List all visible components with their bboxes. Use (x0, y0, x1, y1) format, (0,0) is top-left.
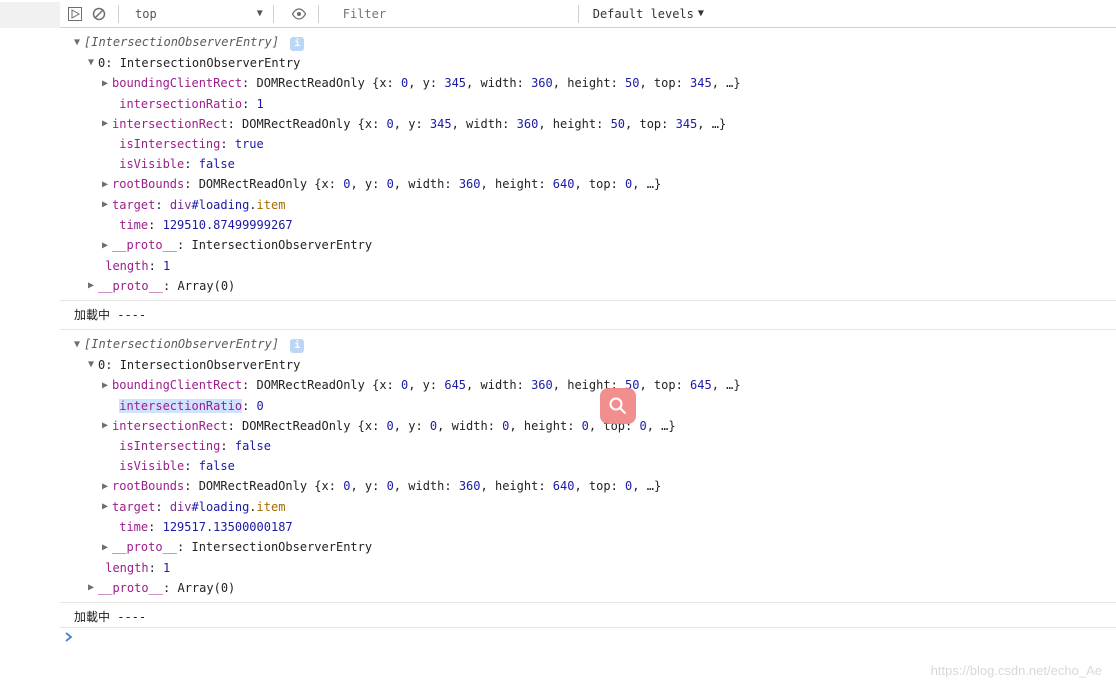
prop-time[interactable]: time: 129517.13500000187 (74, 517, 1116, 537)
prop-intersectionRatio[interactable]: intersectionRatio: 1 (74, 94, 1116, 114)
log-levels-selector[interactable]: Default levels ▼ (593, 7, 704, 21)
clear-console-icon[interactable] (90, 5, 108, 23)
prop-boundingClientRect[interactable]: boundingClientRect: DOMRectReadOnly {x: … (74, 375, 1116, 396)
prop-isVisible[interactable]: isVisible: false (74, 154, 1116, 174)
info-badge-icon: i (290, 37, 304, 51)
dropdown-triangle-icon: ▼ (257, 8, 263, 19)
prop-intersectionRatio[interactable]: intersectionRatio: 0 (74, 396, 1116, 416)
watermark: https://blog.csdn.net/echo_Ae (931, 663, 1102, 678)
prop-proto[interactable]: __proto__: Array(0) (74, 276, 1116, 297)
live-expression-icon[interactable] (290, 5, 308, 23)
log-array-header[interactable]: [IntersectionObserverEntry] i (74, 32, 1116, 53)
prop-proto[interactable]: __proto__: Array(0) (74, 578, 1116, 599)
search-overlay-icon (600, 388, 636, 424)
prop-rootBounds[interactable]: rootBounds: DOMRectReadOnly {x: 0, y: 0,… (74, 476, 1116, 497)
log-array-header[interactable]: [IntersectionObserverEntry] i (74, 334, 1116, 355)
prop-boundingClientRect[interactable]: boundingClientRect: DOMRectReadOnly {x: … (74, 73, 1116, 94)
play-script-icon[interactable] (66, 5, 84, 23)
prop-proto[interactable]: __proto__: IntersectionObserverEntry (74, 537, 1116, 558)
prop-isIntersecting[interactable]: isIntersecting: false (74, 436, 1116, 456)
prop-length[interactable]: length: 1 (74, 558, 1116, 578)
prop-isVisible[interactable]: isVisible: false (74, 456, 1116, 476)
prop-intersectionRect[interactable]: intersectionRect: DOMRectReadOnly {x: 0,… (74, 416, 1116, 437)
log-text-line: 加載中 ---- (74, 607, 1116, 627)
console-prompt[interactable] (60, 627, 1116, 642)
prop-length[interactable]: length: 1 (74, 256, 1116, 276)
prop-proto[interactable]: __proto__: IntersectionObserverEntry (74, 235, 1116, 256)
log-entry-index[interactable]: 0: IntersectionObserverEntry (74, 355, 1116, 376)
log-text-line: 加載中 ---- (74, 305, 1116, 325)
context-label: top (135, 7, 157, 21)
dropdown-triangle-icon: ▼ (698, 8, 704, 19)
prop-target[interactable]: target: div#loading.item (74, 195, 1116, 216)
log-entry-index[interactable]: 0: IntersectionObserverEntry (74, 53, 1116, 74)
prop-intersectionRect[interactable]: intersectionRect: DOMRectReadOnly {x: 0,… (74, 114, 1116, 135)
info-badge-icon: i (290, 339, 304, 353)
prop-target[interactable]: target: div#loading.item (74, 497, 1116, 518)
filter-input[interactable] (339, 5, 579, 23)
context-selector[interactable]: top ▼ (129, 5, 274, 23)
prop-isIntersecting[interactable]: isIntersecting: true (74, 134, 1116, 154)
console-toolbar: top ▼ Default levels ▼ (60, 0, 1116, 28)
prop-time[interactable]: time: 129510.87499999267 (74, 215, 1116, 235)
levels-label: Default levels (593, 7, 694, 21)
console-output: [IntersectionObserverEntry] i0: Intersec… (60, 28, 1116, 627)
toolbar-separator (118, 5, 119, 23)
left-gutter (0, 2, 60, 28)
prop-rootBounds[interactable]: rootBounds: DOMRectReadOnly {x: 0, y: 0,… (74, 174, 1116, 195)
toolbar-separator (318, 5, 319, 23)
